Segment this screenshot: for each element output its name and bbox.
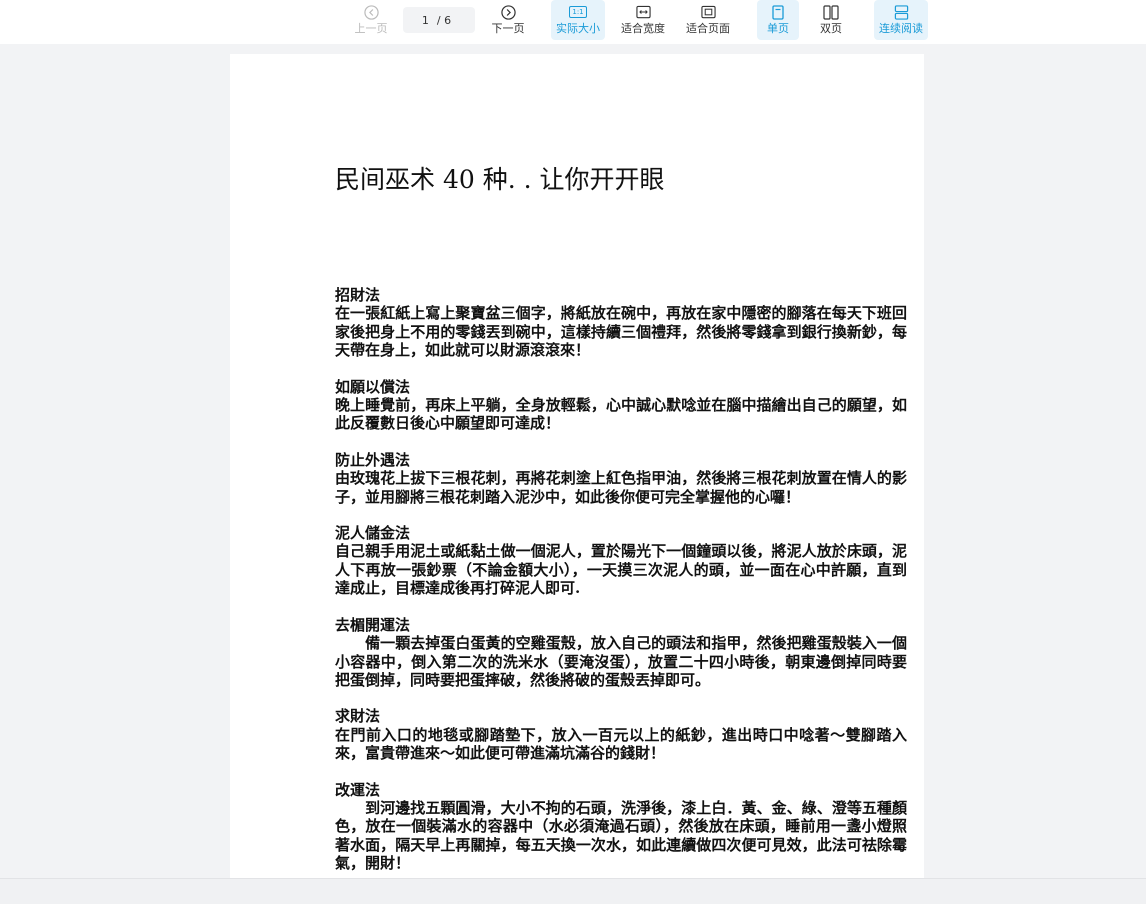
chevron-right-circle-icon bbox=[500, 4, 516, 20]
fit-width-button[interactable]: 适合宽度 bbox=[617, 0, 669, 40]
fit-page-button[interactable]: 适合页面 bbox=[682, 0, 734, 40]
single-page-button[interactable]: 单页 bbox=[757, 0, 799, 40]
document-section: 去楣開運法 備一顆去掉蛋白蛋黃的空雞蛋殼，放入自己的頭法和指甲，然後把雞蛋殼裝入… bbox=[335, 616, 907, 690]
single-page-icon bbox=[770, 4, 786, 20]
fit-width-icon bbox=[635, 4, 651, 20]
next-page-label: 下一页 bbox=[491, 22, 525, 35]
horizontal-scrollbar[interactable] bbox=[0, 878, 1146, 904]
next-page-button[interactable]: 下一页 bbox=[485, 0, 531, 40]
fit-page-label: 适合页面 bbox=[686, 22, 730, 35]
section-heading: 改運法 bbox=[335, 780, 381, 799]
section-heading: 防止外遇法 bbox=[335, 450, 411, 469]
continuous-reading-label: 连续阅读 bbox=[879, 22, 923, 35]
actual-size-icon: 1:1 bbox=[569, 4, 587, 20]
prev-page-button[interactable]: 上一页 bbox=[348, 0, 394, 40]
document-section: 改運法 到河邊找五顆圓滑，大小不拘的石頭，洗淨後，漆上白．黃、金、綠、澄等五種顏… bbox=[335, 781, 907, 873]
document-section: 如願以償法 晚上睡覺前，再床上平躺，全身放輕鬆，心中誠心默唸並在腦中描繪出自己的願… bbox=[335, 378, 907, 433]
document-section: 招財法 在一張紅紙上寫上聚寶盆三個字，將紙放在碗中，再放在家中隱密的腳落在每天下班… bbox=[335, 286, 907, 360]
section-body: 備一顆去掉蛋白蛋黃的空雞蛋殼，放入自己的頭法和指甲，然後把雞蛋殼裝入一個小容器中… bbox=[335, 634, 907, 689]
total-pages: / 6 bbox=[436, 13, 452, 27]
section-body: 自己親手用泥土或紙黏土做一個泥人，置於陽光下一個鐘頭以後，將泥人放於床頭，泥人下… bbox=[335, 542, 907, 598]
section-heading: 泥人儲金法 bbox=[335, 524, 411, 543]
document-viewport[interactable]: 民间巫术 40 种. . 让你开开眼 招財法 在一張紅紙上寫上聚寶盆三個字，將紙放… bbox=[0, 44, 1146, 878]
section-body: 到河邊找五顆圓滑，大小不拘的石頭，洗淨後，漆上白．黃、金、綠、澄等五種顏色，放在… bbox=[335, 798, 907, 873]
page-indicator: 1 / 6 bbox=[403, 7, 475, 33]
actual-size-button[interactable]: 1:1 实际大小 bbox=[551, 0, 605, 40]
viewer-toolbar: 上一页 1 / 6 下一页 1:1 实际大小 适合宽度 适合页面 单页 双页 连… bbox=[0, 0, 1146, 44]
double-page-button[interactable]: 双页 bbox=[810, 0, 852, 40]
section-heading: 招財法 bbox=[335, 286, 381, 304]
document-section: 防止外遇法 由玫瑰花上拔下三根花刺，再將花刺塗上紅色指甲油，然後將三根花刺放置在情… bbox=[335, 451, 907, 506]
chevron-left-circle-icon bbox=[363, 4, 379, 20]
section-body: 在門前入口的地毯或腳踏墊下，放入一百元以上的紙鈔，進出時口中唸著～雙腳踏入來，富… bbox=[335, 725, 907, 763]
document-section: 泥人儲金法 自己親手用泥土或紙黏土做一個泥人，置於陽光下一個鐘頭以後，將泥人放於床… bbox=[335, 524, 907, 598]
continuous-reading-icon bbox=[893, 4, 909, 20]
document-sections: 招財法 在一張紅紙上寫上聚寶盆三個字，將紙放在碗中，再放在家中隱密的腳落在每天下班… bbox=[335, 286, 907, 878]
fit-page-icon bbox=[700, 4, 716, 20]
document-section: 求財法 在門前入口的地毯或腳踏墊下，放入一百元以上的紙鈔，進出時口中唸著～雙腳踏入… bbox=[335, 707, 907, 762]
actual-size-label: 实际大小 bbox=[556, 22, 600, 35]
single-page-label: 单页 bbox=[767, 22, 789, 35]
current-page-input[interactable]: 1 bbox=[422, 14, 429, 27]
double-page-icon bbox=[823, 4, 839, 20]
document-title: 民间巫术 40 种. . 让你开开眼 bbox=[335, 165, 665, 194]
section-body: 在一張紅紙上寫上聚寶盆三個字，將紙放在碗中，再放在家中隱密的腳落在每天下班回家後… bbox=[335, 304, 907, 360]
fit-width-label: 适合宽度 bbox=[621, 22, 665, 35]
section-body: 由玫瑰花上拔下三根花刺，再將花刺塗上紅色指甲油，然後將三根花刺放置在情人的影子，… bbox=[335, 469, 907, 506]
prev-page-label: 上一页 bbox=[354, 22, 388, 35]
continuous-reading-button[interactable]: 连续阅读 bbox=[874, 0, 928, 40]
section-body: 晚上睡覺前，再床上平躺，全身放輕鬆，心中誠心默唸並在腦中描繪出自己的願望，如此反… bbox=[335, 396, 907, 433]
section-heading: 求財法 bbox=[335, 707, 381, 726]
section-heading: 去楣開運法 bbox=[335, 615, 411, 634]
double-page-label: 双页 bbox=[820, 22, 842, 35]
document-page: 民间巫术 40 种. . 让你开开眼 招財法 在一張紅紙上寫上聚寶盆三個字，將紙放… bbox=[230, 54, 924, 878]
section-heading: 如願以償法 bbox=[335, 377, 411, 396]
